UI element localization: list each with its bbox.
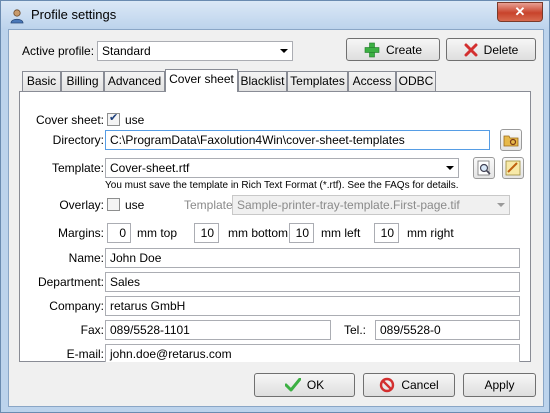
margin-bottom-label: mm bottom bbox=[228, 226, 289, 240]
close-window-button[interactable]: ✕ bbox=[497, 2, 543, 22]
fax-label: Fax: bbox=[80, 323, 104, 337]
margin-right-input[interactable]: 10 bbox=[374, 223, 399, 243]
overlay-template-select[interactable]: Sample-printer-tray-template.First-page.… bbox=[232, 195, 510, 215]
margin-top-input[interactable]: 0 bbox=[107, 223, 131, 243]
create-label: Create bbox=[385, 42, 423, 57]
tab-odbc[interactable]: ODBC bbox=[396, 71, 436, 91]
cancel-icon bbox=[380, 377, 395, 393]
template-select[interactable]: Cover-sheet.rtf bbox=[105, 158, 459, 178]
magnifier-icon bbox=[477, 160, 491, 176]
margin-right-label: mm right bbox=[407, 226, 454, 240]
overlay-template-value: Sample-printer-tray-template.First-page.… bbox=[237, 198, 460, 212]
delete-x-icon bbox=[464, 43, 478, 56]
tab-blacklist[interactable]: Blacklist bbox=[238, 71, 287, 91]
tab-advanced[interactable]: Advanced bbox=[104, 71, 165, 91]
active-profile-select[interactable]: Standard bbox=[97, 41, 293, 61]
window-title: Profile settings bbox=[31, 7, 117, 22]
chevron-down-icon bbox=[497, 203, 505, 207]
overlay-template-label: Template: bbox=[184, 198, 237, 212]
chevron-down-icon bbox=[280, 49, 288, 53]
name-input[interactable]: John Doe bbox=[105, 248, 520, 268]
active-profile-value: Standard bbox=[102, 44, 151, 58]
tel-input[interactable]: 089/5528-0 bbox=[375, 320, 520, 340]
app-icon bbox=[10, 9, 24, 24]
tab-billing[interactable]: Billing bbox=[61, 71, 104, 91]
cover-sheet-use-checkbox[interactable] bbox=[107, 111, 120, 126]
edit-template-button[interactable] bbox=[502, 157, 524, 179]
template-label: Template: bbox=[51, 161, 104, 175]
checkmark-icon bbox=[284, 378, 301, 392]
margin-left-input[interactable]: 10 bbox=[289, 223, 314, 243]
plus-icon bbox=[364, 42, 380, 57]
cancel-label: Cancel bbox=[401, 378, 439, 392]
ok-label: OK bbox=[306, 378, 325, 392]
delete-label: Delete bbox=[483, 42, 519, 57]
overlay-use-checkbox[interactable] bbox=[107, 198, 120, 211]
create-profile-button[interactable]: Create bbox=[346, 38, 440, 61]
delete-profile-button[interactable]: Delete bbox=[446, 38, 536, 61]
folder-icon bbox=[503, 135, 519, 147]
email-label: E-mail: bbox=[66, 347, 104, 361]
cover-sheet-panel: Cover sheet: use Directory: C:\ProgramDa… bbox=[19, 91, 531, 362]
tab-templates[interactable]: Templates bbox=[287, 71, 348, 91]
margins-label: Margins: bbox=[57, 226, 104, 240]
ok-button[interactable]: OK bbox=[254, 373, 355, 397]
browse-folder-button[interactable] bbox=[500, 129, 522, 151]
title-bar: Profile settings ✕ bbox=[1, 1, 549, 29]
tab-basic[interactable]: Basic bbox=[22, 71, 61, 91]
overlay-use-label: use bbox=[125, 198, 145, 212]
edit-note-icon bbox=[505, 160, 521, 176]
margin-top-label: mm top bbox=[137, 226, 178, 240]
margin-bottom-input[interactable]: 10 bbox=[194, 223, 219, 243]
apply-button[interactable]: Apply bbox=[463, 373, 536, 397]
dialog-body: Active profile: Standard Create Delete B… bbox=[8, 29, 544, 407]
cancel-button[interactable]: Cancel bbox=[363, 373, 455, 397]
fax-input[interactable]: 089/5528-1101 bbox=[105, 320, 331, 340]
profile-settings-window: Profile settings ✕ Active profile: Stand… bbox=[0, 0, 550, 413]
overlay-label: Overlay: bbox=[59, 198, 104, 212]
email-input[interactable]: john.doe@retarus.com bbox=[105, 344, 520, 362]
company-label: Company: bbox=[49, 299, 104, 313]
directory-input[interactable]: C:\ProgramData\Faxolution4Win\cover-shee… bbox=[105, 130, 490, 150]
template-value: Cover-sheet.rtf bbox=[110, 161, 190, 175]
tab-cover-sheet[interactable]: Cover sheet bbox=[165, 69, 238, 92]
apply-label: Apply bbox=[484, 378, 515, 392]
cover-sheet-label: Cover sheet: bbox=[35, 113, 104, 127]
template-hint: You must save the template in Rich Text … bbox=[105, 180, 459, 191]
directory-label: Directory: bbox=[52, 133, 104, 147]
name-label: Name: bbox=[68, 251, 104, 265]
margin-left-label: mm left bbox=[321, 226, 361, 240]
department-label: Department: bbox=[37, 275, 104, 289]
tel-label: Tel.: bbox=[344, 323, 367, 337]
department-input[interactable]: Sales bbox=[105, 272, 520, 292]
preview-template-button[interactable] bbox=[473, 157, 495, 179]
active-profile-label: Active profile: bbox=[22, 44, 95, 58]
company-input[interactable]: retarus GmbH bbox=[105, 296, 520, 316]
chevron-down-icon bbox=[446, 166, 454, 170]
tab-access[interactable]: Access bbox=[348, 71, 396, 91]
cover-sheet-use-label: use bbox=[125, 113, 145, 127]
